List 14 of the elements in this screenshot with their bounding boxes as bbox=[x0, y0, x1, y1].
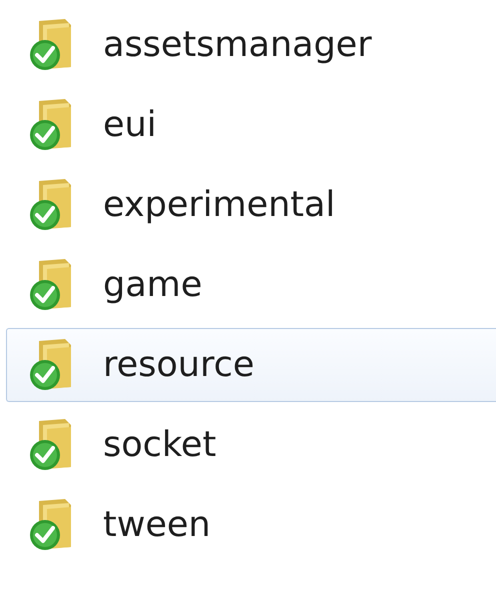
folder-name: eui bbox=[103, 105, 156, 145]
folder-row-selected[interactable]: resource bbox=[6, 328, 496, 402]
folder-name: resource bbox=[103, 345, 254, 385]
folder-row[interactable]: assetsmanager bbox=[6, 8, 496, 82]
folder-name: experimental bbox=[103, 185, 336, 225]
folder-name: tween bbox=[103, 505, 211, 545]
folder-name: assetsmanager bbox=[103, 25, 372, 65]
folder-name: socket bbox=[103, 425, 216, 465]
folder-row[interactable]: tween bbox=[6, 488, 496, 562]
folder-row[interactable]: socket bbox=[6, 408, 496, 482]
folder-name: game bbox=[103, 265, 202, 305]
folder-row[interactable]: eui bbox=[6, 88, 496, 162]
folder-row[interactable]: experimental bbox=[6, 168, 496, 242]
folder-row[interactable]: game bbox=[6, 248, 496, 322]
